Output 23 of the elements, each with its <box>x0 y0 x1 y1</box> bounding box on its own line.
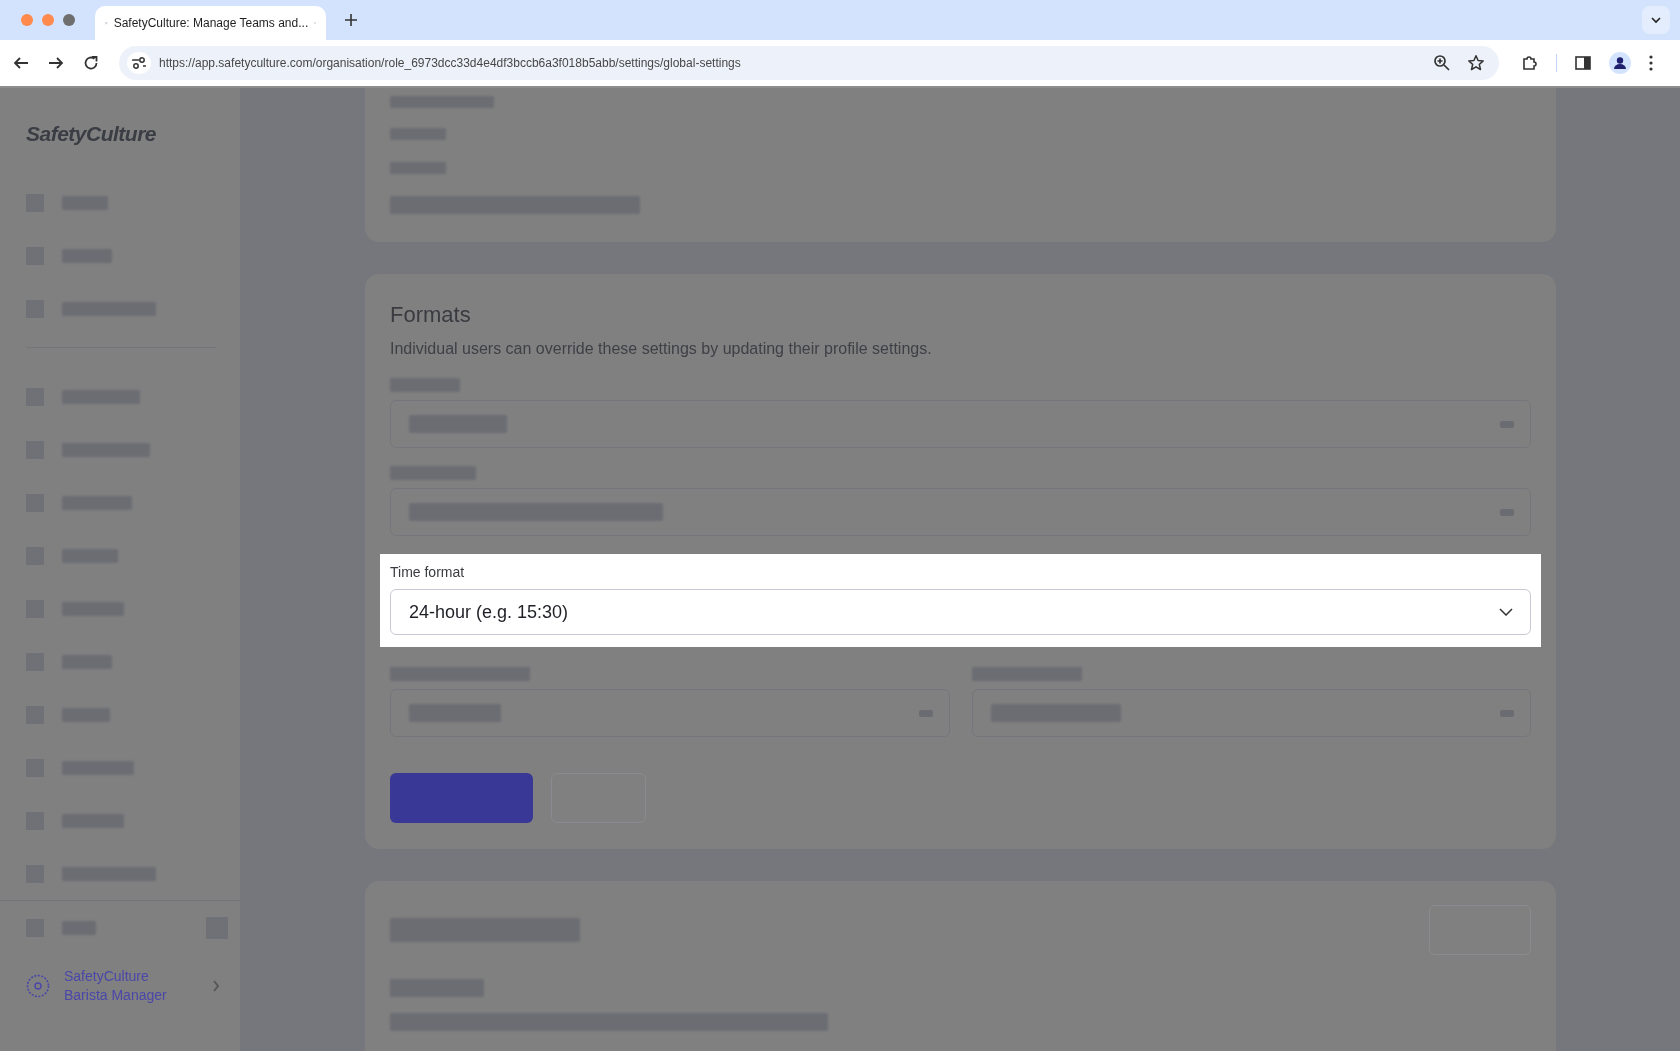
profile-avatar-icon[interactable] <box>1609 52 1631 74</box>
chevron-down-icon <box>1650 16 1662 24</box>
more-menu-icon[interactable] <box>1648 54 1654 72</box>
browser-tab[interactable]: SafetyCulture: Manage Teams and... <box>95 6 326 40</box>
side-panel-icon[interactable] <box>1574 54 1592 72</box>
address-bar[interactable]: https://app.safetyculture.com/organisation/role_6973dcc33d4e4df3bccb6a3f018b5abb/settings/global-settings <box>119 46 1499 80</box>
new-tab-icon[interactable] <box>344 13 358 27</box>
time-format-dropdown[interactable]: 24-hour (e.g. 15:30) <box>390 589 1531 635</box>
section-description: Individual users can override these settings by updating their profile settings. <box>390 340 932 358</box>
section-title: Formats <box>390 302 471 328</box>
avatar-icon[interactable] <box>26 973 50 998</box>
app-logo: SafetyCulture <box>26 122 157 146</box>
user-role: Barista Manager <box>64 987 167 1003</box>
window-maximize-button[interactable] <box>63 14 75 26</box>
tab-list-button[interactable] <box>1642 6 1670 34</box>
site-settings-icon[interactable] <box>127 52 151 74</box>
puzzle-icon[interactable] <box>1521 54 1539 72</box>
reload-icon[interactable] <box>82 54 100 72</box>
star-icon[interactable] <box>1467 54 1485 72</box>
field-label: Time format <box>390 564 465 580</box>
chevron-down-icon <box>1499 608 1513 616</box>
organisation-name: SafetyCulture <box>64 968 149 984</box>
zoom-icon[interactable] <box>1433 54 1451 72</box>
